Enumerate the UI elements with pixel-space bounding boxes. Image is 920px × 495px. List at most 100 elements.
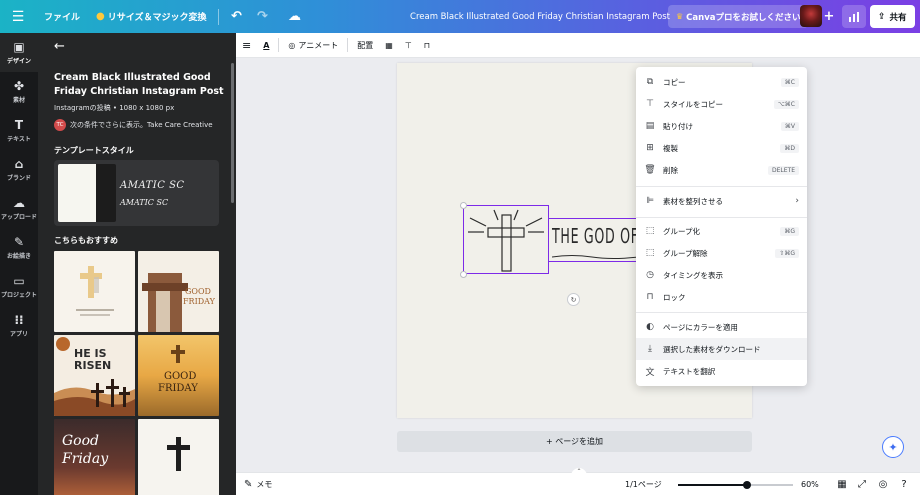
zoom-level[interactable]: 60% [801,473,819,495]
menu-item-duplicate[interactable]: ⊞ 複製 ⌘D [636,137,807,159]
menu-item-align[interactable]: ⊫ 素材を整列させる › [636,190,807,212]
menu-item-translate[interactable]: 文 テキストを翻訳 [636,360,807,382]
divider [218,8,220,25]
share-icon: ⇪ [878,11,886,22]
align-icon: ⊫ [646,196,654,206]
menu-item-label: 素材を整列させる [663,196,723,206]
template-style-heading: テンプレートスタイル [54,146,134,155]
template-thumbnail[interactable]: GOOD FRIDAY [138,251,219,332]
rail-item-apps[interactable]: ⁝⁝ アプリ [0,306,38,345]
design-title[interactable]: Cream Black Illustrated Good Friday Chri… [405,0,675,33]
duplicate-icon: ⊞ [646,143,654,153]
check-circle-icon[interactable]: ◎ [875,473,891,495]
menu-item-show-timing[interactable]: ◷ タイミングを表示 [636,264,807,286]
transparency-icon[interactable]: ▦ [379,33,399,58]
template-thumbnail[interactable]: GOOD FRIDAY [138,335,219,416]
rotate-icon[interactable]: ↻ [567,293,580,306]
share-button[interactable]: ⇪ 共有 [870,5,915,28]
try-pro-label: Canvaプロをお試しください [686,12,801,23]
menu-item-lock[interactable]: ⊓ ロック [636,286,807,308]
zoom-slider[interactable] [678,481,793,489]
insights-icon[interactable] [842,5,866,28]
fullscreen-icon[interactable]: ⤢ [854,473,870,495]
template-size: Instagramの投稿 • 1080 x 1080 px [54,104,175,112]
avatar[interactable] [800,5,822,27]
menu-item-label: コピー [663,77,686,87]
resize-label: リサイズ＆マジック変換 [107,13,207,23]
clipboard-icon: ▤ [645,121,655,131]
magic-assistant-icon[interactable]: ✦ [882,436,904,458]
template-thumbnail[interactable] [54,251,135,332]
rail-item-brand[interactable]: ⌂ ブランド [0,150,38,189]
draw-icon: ✎ [13,235,25,249]
animate-button[interactable]: ◎ アニメート [282,33,344,58]
left-rail: ▣ デザイン ✤ 素材 T テキスト ⌂ ブランド ☁ アップロード ✎ お絵描… [0,33,38,495]
template-thumbnail[interactable]: HE IS RISEN [54,335,135,416]
menu-item-download-selected[interactable]: ⤓ 選択した素材をダウンロード [636,338,807,360]
menu-item-label: 複製 [663,143,678,153]
rail-item-design[interactable]: ▣ デザイン [0,33,38,72]
bottom-bar: ⌃ ✎ メモ 1/1ページ 60% ▦ ⤢ ◎ ? [236,468,920,495]
rail-item-draw[interactable]: ✎ お絵描き [0,228,38,267]
crown-icon: ● [96,11,105,22]
selection-box[interactable] [463,205,549,274]
thumb-text: GOOD [164,371,197,382]
menu-item-paste[interactable]: ▤ 貼り付け ⌘V [636,115,807,137]
add-page-button[interactable]: + ページを追加 [397,431,752,452]
group-icon: ⬚ [645,226,655,236]
notes-button[interactable]: ✎ メモ [244,473,272,495]
lock-icon[interactable]: ⊓ [418,33,436,58]
upload-icon: ☁ [13,196,25,210]
zoom-slider-knob[interactable] [743,481,751,489]
try-pro-button[interactable]: ♛ Canvaプロをお試しください [668,5,809,28]
cloud-save-icon[interactable]: ☁ [281,0,307,33]
menu-item-label: グループ解除 [663,248,708,258]
headline-text[interactable]: THE GOD OF [552,224,639,248]
template-thumbnail[interactable] [138,419,219,495]
redo-icon[interactable]: ↷ [249,0,275,33]
menu-item-copy[interactable]: ⧉ コピー ⌘C [636,71,807,93]
resize-magic-button[interactable]: ● リサイズ＆マジック変換 [88,0,214,33]
help-icon[interactable]: ? [896,473,912,495]
rail-label: お絵描き [6,253,31,260]
hamburger-icon[interactable]: ☰ [0,0,36,33]
recommend-heading: こちらもおすすめ [54,236,118,245]
menu-item-delete[interactable]: 🗑 削除 DELETE [636,159,807,181]
rail-item-projects[interactable]: ▭ プロジェクト [0,267,38,306]
resize-handle[interactable] [459,201,467,209]
menu-item-ungroup[interactable]: ⬚ グループ解除 ⇧⌘G [636,242,807,264]
menu-item-copy-style[interactable]: ⊤ スタイルをコピー ⌥⌘C [636,93,807,115]
rail-item-elements[interactable]: ✤ 素材 [0,72,38,111]
page-indicator[interactable]: 1/1ページ [625,473,662,495]
paint-roller-icon[interactable]: ⊤ [399,33,418,58]
author-text: 次の条件でさらに表示。Take Care Creative [70,121,213,129]
page-grid-icon[interactable]: ▦ [834,473,850,495]
shortcut-badge: ⌥⌘C [773,99,799,109]
position-button[interactable]: 配置 [351,33,379,58]
menu-item-label: スタイルをコピー [663,99,723,109]
menu-item-group[interactable]: ⬚ グループ化 ⌘G [636,220,807,242]
rail-label: プロジェクト [0,292,37,299]
line-weight-icon[interactable]: ≡ [236,33,257,58]
resize-handle[interactable] [459,270,467,278]
add-collaborator-icon[interactable]: + [821,0,837,33]
menu-item-apply-colors[interactable]: ◐ ページにカラーを適用 [636,316,807,338]
menu-item-label: 削除 [663,165,678,175]
rail-label: ブランド [6,175,31,182]
undo-icon[interactable]: ↶ [223,0,249,33]
brand-icon: ⌂ [14,157,24,171]
rail-item-upload[interactable]: ☁ アップロード [0,189,38,228]
text-color-icon[interactable]: A [257,33,275,58]
thumb-text: Good [62,433,100,449]
template-thumbnail[interactable]: Good Friday [54,419,135,495]
template-style-card[interactable]: AMATIC SC AMATIC SC [54,160,219,226]
editor-toolbar: ≡ A ◎ アニメート 配置 ▦ ⊤ ⊓ [236,33,920,58]
shortcut-badge: ⌘V [780,121,799,131]
rail-label: テキスト [7,136,31,143]
template-author[interactable]: TC 次の条件でさらに表示。Take Care Creative [54,119,213,131]
panel-scrollbar[interactable] [231,63,234,203]
back-arrow-icon[interactable]: ← [54,39,65,54]
file-menu-button[interactable]: ファイル [36,0,88,33]
divider [278,38,280,52]
rail-item-text[interactable]: T テキスト [0,111,38,150]
